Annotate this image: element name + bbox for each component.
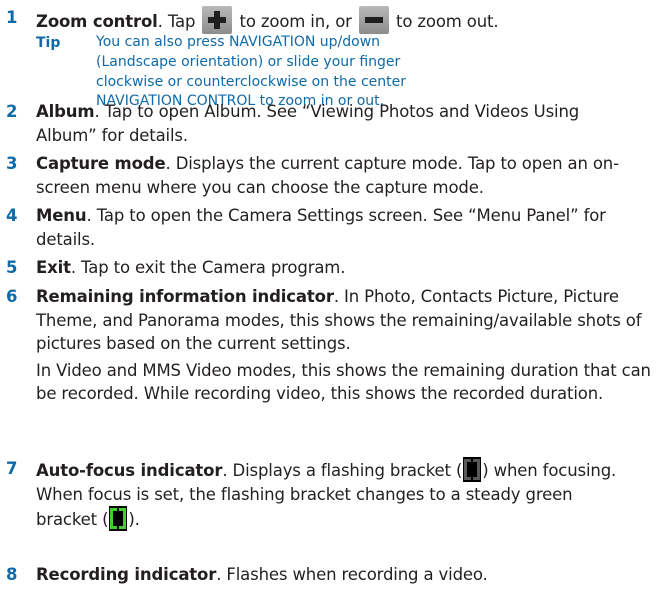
item-title: Remaining information indicator bbox=[36, 287, 334, 306]
item-body: ). bbox=[128, 510, 140, 529]
item-body: . Tap to exit the Camera program. bbox=[70, 258, 346, 277]
item-number: 1 bbox=[6, 8, 18, 27]
item-number: 8 bbox=[6, 565, 18, 584]
item-title: Zoom control bbox=[36, 12, 158, 31]
minus-icon bbox=[358, 6, 389, 34]
item-text: Recording indicator. Flashes when record… bbox=[36, 563, 651, 587]
item-number: 3 bbox=[6, 154, 18, 173]
green-bracket-icon bbox=[109, 506, 128, 531]
item-title: Exit bbox=[36, 258, 71, 277]
item-text: Menu. Tap to open the Camera Settings sc… bbox=[36, 204, 641, 251]
item-title: Album bbox=[36, 102, 95, 121]
item-text: Capture mode. Displays the current captu… bbox=[36, 152, 636, 199]
item-body: to zoom out. bbox=[390, 12, 499, 31]
item-title: Recording indicator bbox=[36, 565, 217, 584]
item-body: to zoom in, or bbox=[234, 12, 357, 31]
item-body: . Flashes when recording a video. bbox=[216, 565, 488, 584]
manual-page: 1 Zoom control. Tap to zoom in, or to zo… bbox=[0, 0, 657, 594]
item-text: Remaining information indicator. In Phot… bbox=[36, 285, 654, 406]
item-body: . Tap bbox=[157, 12, 201, 31]
item-number: 4 bbox=[6, 206, 18, 225]
item-number: 7 bbox=[6, 459, 18, 478]
item-number: 5 bbox=[6, 258, 18, 277]
item-number: 2 bbox=[6, 102, 18, 121]
plus-icon bbox=[202, 6, 233, 34]
item-text: Zoom control. Tap to zoom in, or to zoom… bbox=[36, 6, 651, 34]
item-text: Exit. Tap to exit the Camera program. bbox=[36, 256, 651, 280]
item-paragraph: In Video and MMS Video modes, this shows… bbox=[36, 360, 651, 404]
item-title: Auto-focus indicator bbox=[36, 461, 223, 480]
item-number: 6 bbox=[6, 287, 18, 306]
item-text: Auto-focus indicator. Displays a flashin… bbox=[36, 457, 626, 532]
item-title: Capture mode bbox=[36, 154, 166, 173]
item-body: . Tap to open Album. See “Viewing Photos… bbox=[36, 102, 580, 145]
item-body: . Displays a flashing bracket ( bbox=[222, 461, 463, 480]
item-title: Menu bbox=[36, 206, 87, 225]
flashing-bracket-icon bbox=[463, 457, 482, 482]
item-body: . Tap to open the Camera Settings screen… bbox=[36, 206, 606, 249]
tip-label: Tip bbox=[36, 35, 61, 51]
item-text: Album. Tap to open Album. See “Viewing P… bbox=[36, 100, 621, 147]
